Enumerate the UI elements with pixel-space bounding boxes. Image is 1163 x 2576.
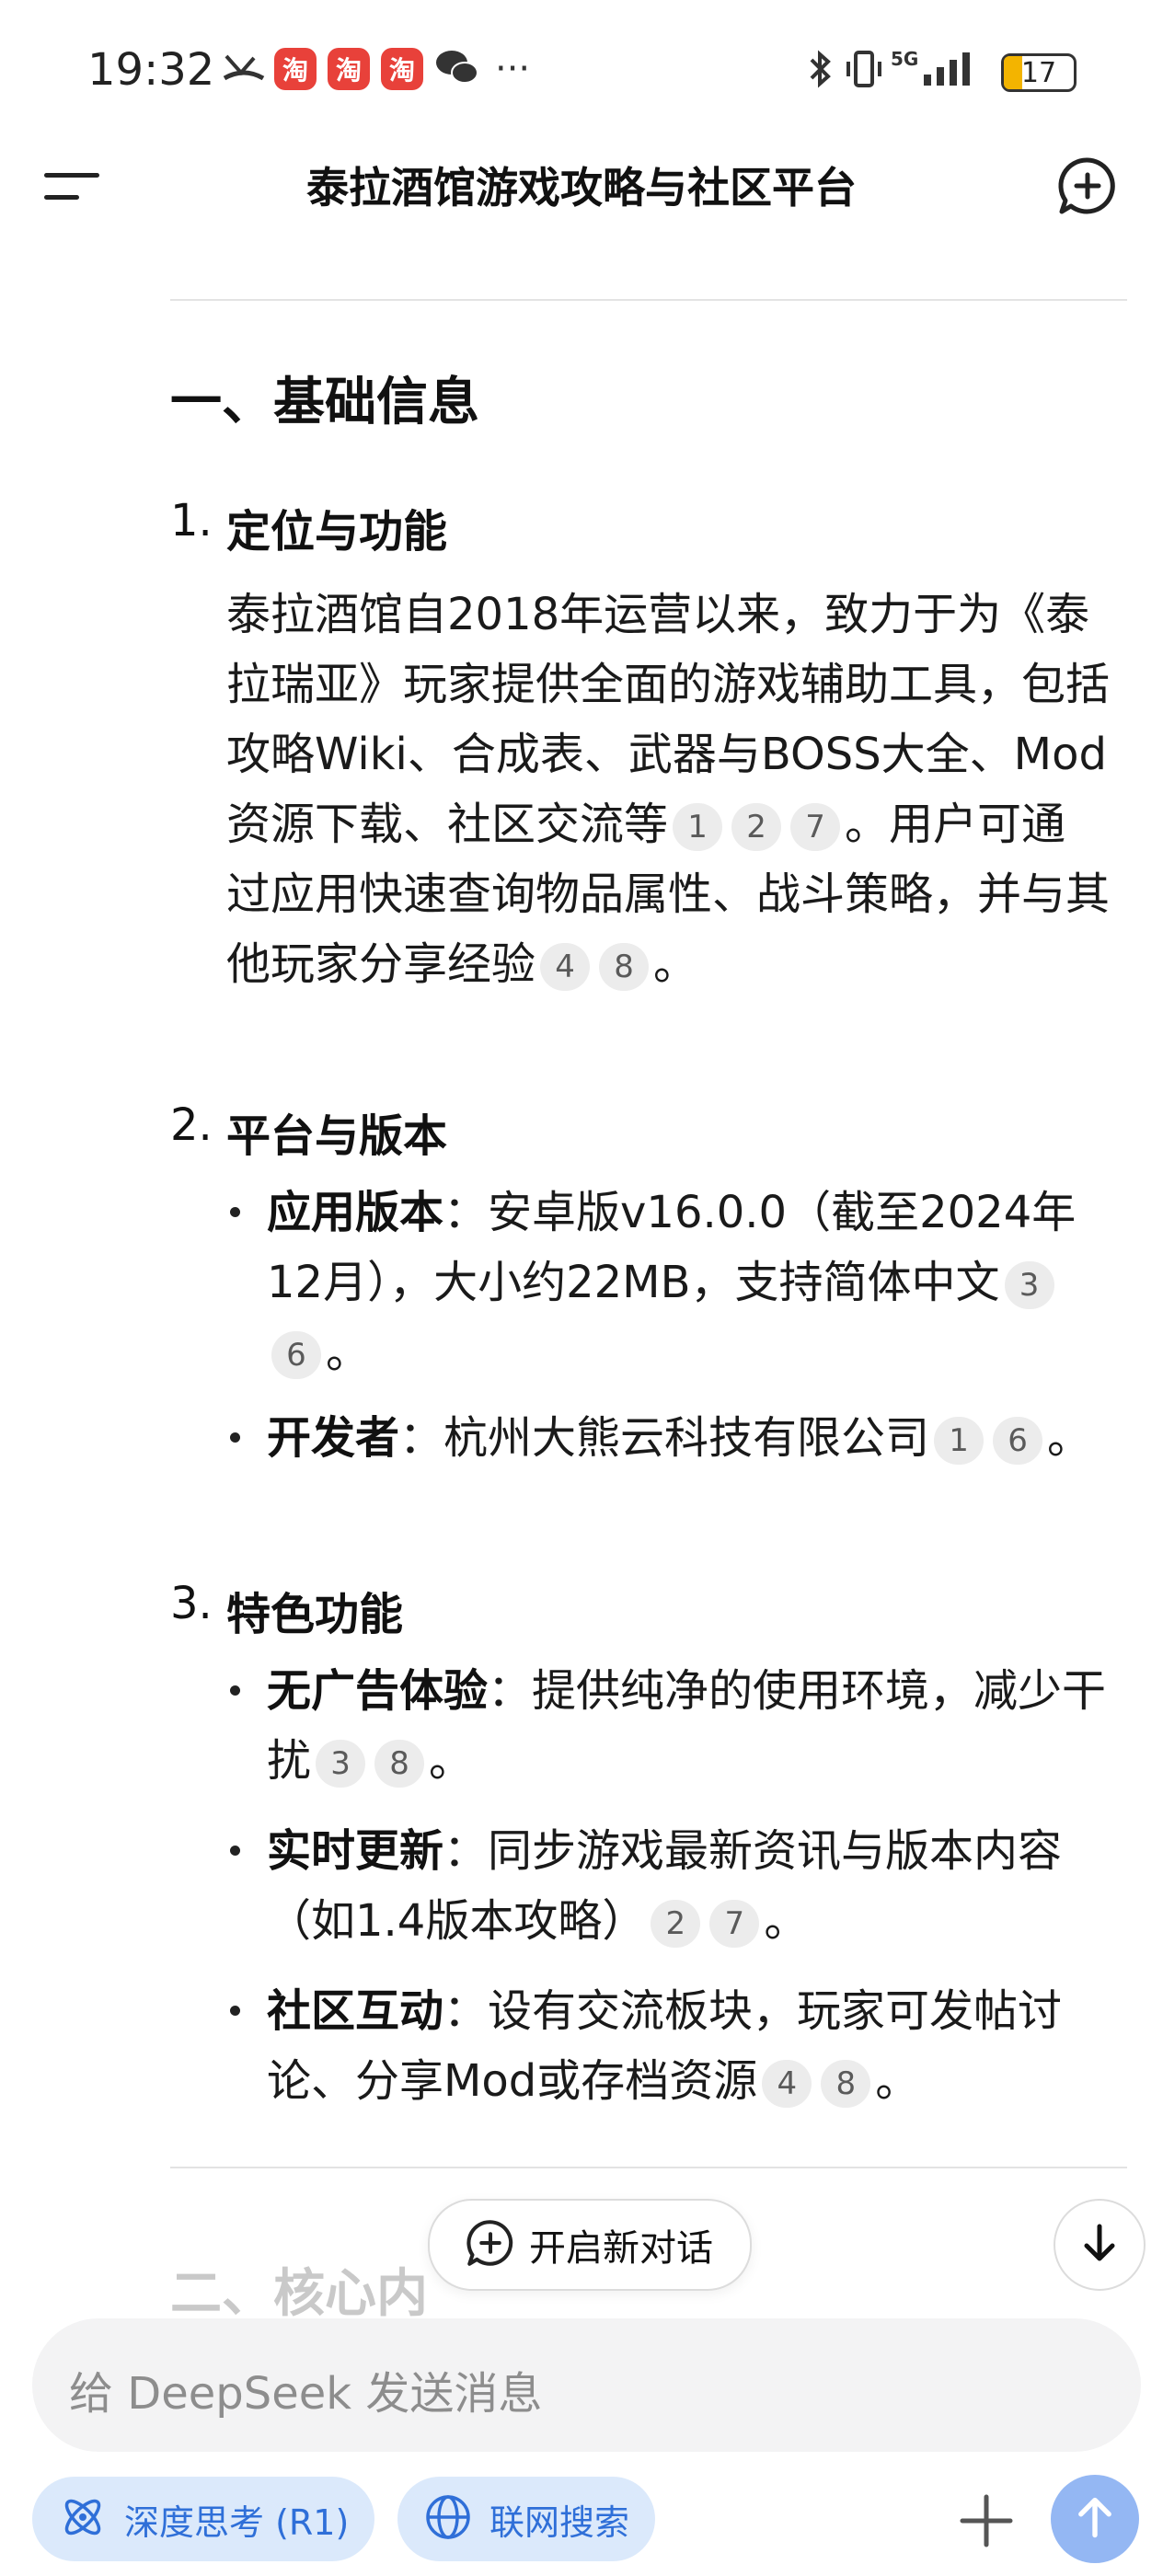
taobao-app-icon: 淘: [381, 48, 423, 90]
list-number: 3.: [170, 1578, 213, 1629]
more-notifications-icon: ···: [495, 48, 531, 90]
section-heading: 一、基础信息: [170, 373, 479, 432]
arrow-up-icon: [1071, 2493, 1119, 2545]
bullet-dot: [230, 1207, 240, 1217]
citation-badge[interactable]: 4: [762, 2060, 812, 2108]
bullet-dot: [230, 1846, 240, 1856]
bullet-dot: [230, 1432, 240, 1443]
section-divider: [170, 2167, 1127, 2168]
bullet-item: 应用版本：安卓版v16.0.0（截至2024年12月），大小约22MB，支持简体…: [267, 1178, 1113, 1387]
send-button[interactable]: [1051, 2475, 1139, 2563]
status-bar: 19:32 淘 淘 淘 ··· 5G 17: [0, 0, 1163, 138]
page-title: 泰拉酒馆游戏攻略与社区平台: [306, 163, 857, 213]
bullet-label: 无广告体验: [267, 1665, 489, 1717]
citation-badge[interactable]: 8: [599, 943, 650, 991]
citation-badge[interactable]: 3: [316, 1740, 366, 1788]
web-search-toggle[interactable]: 联网搜索: [397, 2477, 656, 2561]
vibrate-icon: [843, 48, 885, 90]
new-chat-icon[interactable]: [1058, 156, 1117, 215]
plus-icon: [957, 2494, 1016, 2554]
bullet-dot: [230, 1685, 240, 1696]
web-search-label: 联网搜索: [489, 2501, 630, 2543]
new-chat-icon: [466, 2219, 514, 2271]
taobao-app-icon: 淘: [274, 48, 317, 90]
citation-badge[interactable]: 7: [790, 803, 841, 851]
list-number: 1.: [170, 495, 213, 546]
bullet-label: 社区互动: [267, 1985, 444, 2037]
deepthink-toggle[interactable]: 深度思考 (R1): [32, 2477, 375, 2561]
bullet-end: 。: [875, 2055, 920, 2107]
list-number: 2.: [170, 1099, 213, 1151]
bullet-item: 开发者：杭州大熊云科技有限公司 1 6。: [267, 1403, 1113, 1473]
bullet-dot: [230, 2006, 240, 2016]
missed-call-icon: [223, 48, 265, 90]
battery-level: 17: [1020, 56, 1057, 89]
bullet-label: 应用版本: [267, 1187, 444, 1238]
bullet-end: 。: [1047, 1412, 1092, 1464]
wechat-icon: [434, 48, 480, 86]
citation-badge[interactable]: 6: [993, 1417, 1043, 1465]
bullet-label: 实时更新: [267, 1825, 444, 1877]
bullet-item: 社区互动：设有交流板块，玩家可发帖讨论、分享Mod或存档资源 4 8。: [267, 1976, 1113, 2116]
citation-badge[interactable]: 2: [731, 803, 782, 851]
signal-5g-icon: 5G: [891, 48, 983, 90]
battery-icon: 17: [1001, 53, 1077, 92]
message-placeholder: 给 DeepSeek 发送消息: [69, 2368, 543, 2420]
paragraph-text: 。: [653, 938, 698, 990]
bullet-end: 。: [429, 1735, 474, 1787]
list-item-title: 特色功能: [226, 1589, 404, 1640]
next-section-heading: 二、核心内: [170, 2264, 428, 2324]
atom-icon: [58, 2492, 108, 2546]
start-new-chat-label: 开启新对话: [529, 2227, 713, 2270]
add-attachment-button[interactable]: [957, 2491, 1016, 2550]
bluetooth-icon: [804, 48, 835, 90]
taobao-app-icon: 淘: [328, 48, 370, 90]
network-label: 5G: [891, 48, 919, 70]
bullet-item: 实时更新：同步游戏最新资讯与版本内容（如1.4版本攻略） 2 7。: [267, 1816, 1113, 1956]
bullet-label: 开发者: [267, 1412, 400, 1464]
citation-badge[interactable]: 1: [934, 1417, 985, 1465]
citation-badge[interactable]: 8: [821, 2060, 871, 2108]
deepthink-label: 深度思考 (R1): [124, 2501, 350, 2543]
bullet-end: 。: [764, 1895, 809, 1947]
citation-badge[interactable]: 7: [709, 1900, 760, 1948]
globe-icon: [423, 2492, 473, 2546]
status-time: 19:32: [87, 44, 215, 96]
top-divider: [170, 299, 1127, 301]
citation-badge[interactable]: 2: [651, 1900, 701, 1948]
list-item-title: 定位与功能: [226, 506, 448, 558]
message-input[interactable]: 给 DeepSeek 发送消息: [32, 2318, 1141, 2452]
paragraph: 泰拉酒馆自2018年运营以来，致力于为《泰拉瑞亚》玩家提供全面的游戏辅助工具，包…: [226, 580, 1110, 999]
bullet-text: ：杭州大熊云科技有限公司: [399, 1412, 930, 1464]
start-new-chat-button[interactable]: 开启新对话: [428, 2199, 752, 2291]
citation-badge[interactable]: 3: [1004, 1261, 1054, 1309]
arrow-down-icon: [1077, 2221, 1122, 2269]
citation-badge[interactable]: 6: [271, 1331, 321, 1379]
bullet-item: 无广告体验：提供纯净的使用环境，减少干扰 3 8。: [267, 1656, 1113, 1796]
citation-badge[interactable]: 8: [374, 1740, 425, 1788]
citation-badge[interactable]: 4: [540, 943, 591, 991]
bullet-end: 。: [326, 1327, 371, 1378]
citation-badge[interactable]: 1: [673, 803, 723, 851]
list-item-title: 平台与版本: [226, 1110, 448, 1162]
scroll-to-bottom-button[interactable]: [1054, 2199, 1146, 2291]
